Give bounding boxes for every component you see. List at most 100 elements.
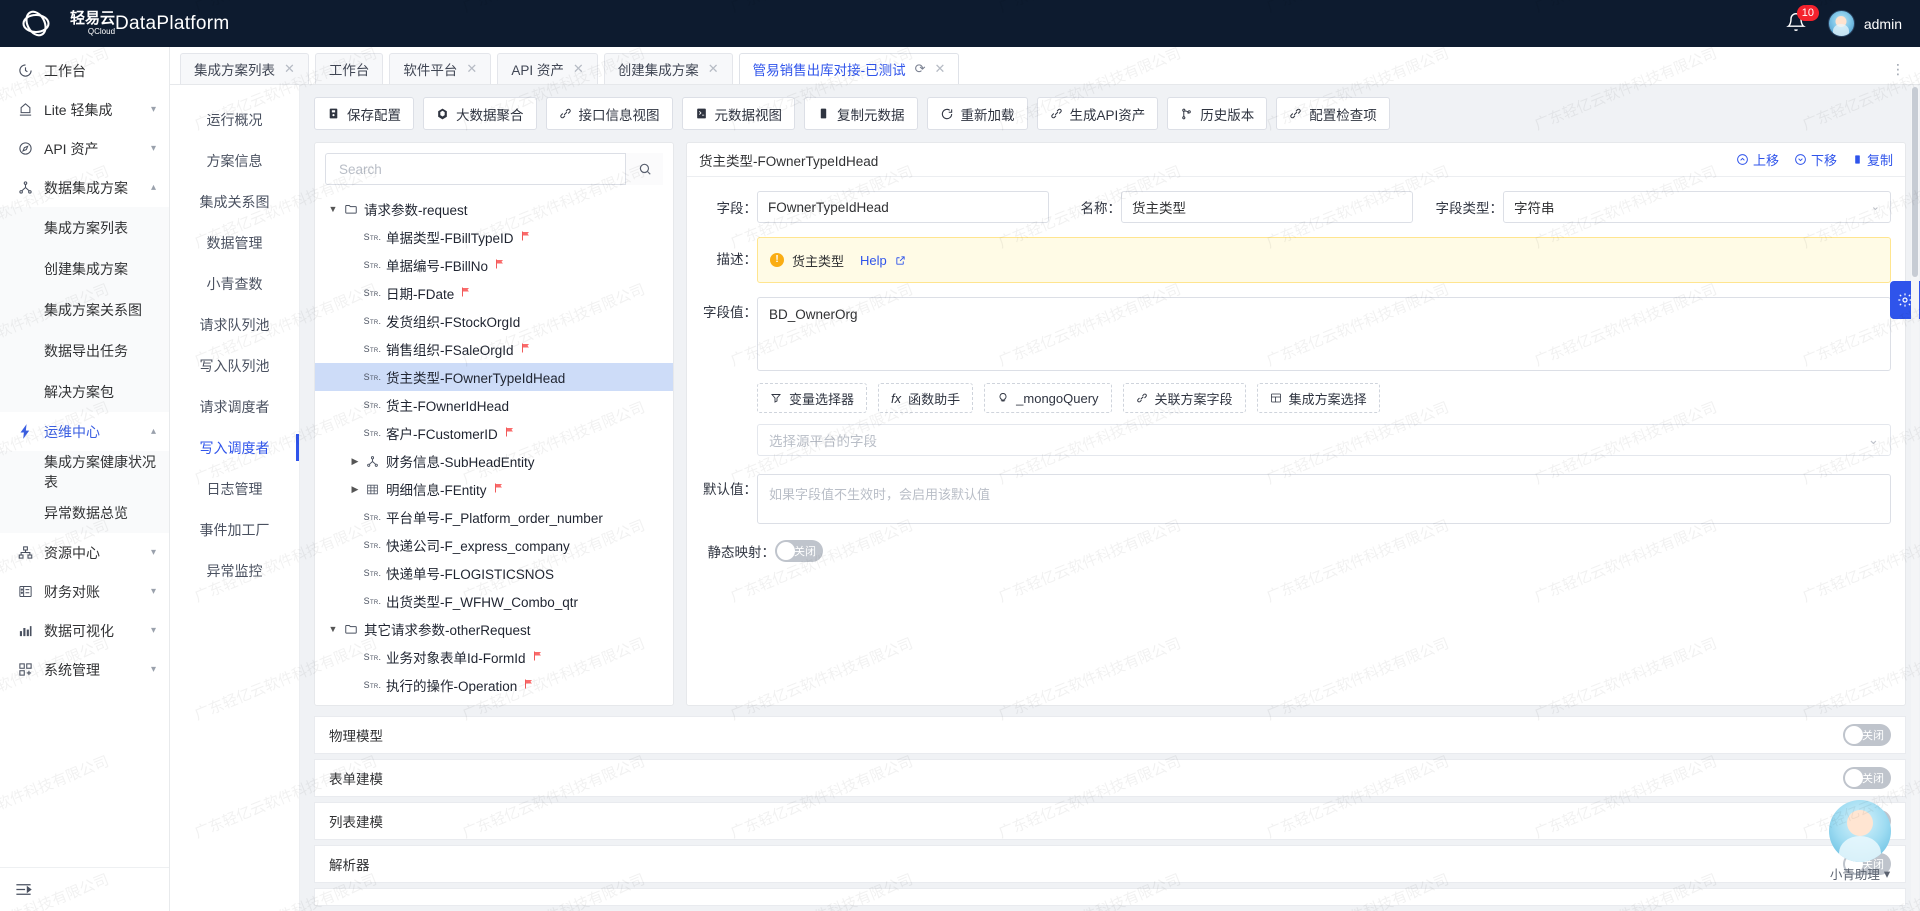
- assistant-widget[interactable]: 小青助理 ▾: [1818, 800, 1902, 883]
- close-icon[interactable]: ✕: [708, 61, 719, 77]
- metadata-view-button[interactable]: 元数据视图: [681, 97, 795, 130]
- close-icon[interactable]: ✕: [466, 61, 477, 77]
- field-name-input[interactable]: 货主类型: [1121, 191, 1413, 223]
- collapse-row-form-modeling[interactable]: 表单建模 关闭: [314, 759, 1906, 797]
- tree-node[interactable]: Str. 日期-FDate: [315, 279, 673, 307]
- function-helper-button[interactable]: fx 函数助手: [878, 383, 974, 413]
- brand-logo[interactable]: 轻易云 QCloud: [22, 9, 115, 39]
- main-scrollbar[interactable]: [1911, 85, 1919, 911]
- subnav-item-request-scheduler[interactable]: 请求调度者: [170, 386, 299, 427]
- collapse-row-partial[interactable]: [314, 888, 1906, 906]
- copy-field-button[interactable]: 复制: [1852, 150, 1893, 169]
- collapse-row-parser[interactable]: 解析器 关闭: [314, 845, 1906, 883]
- tree-node[interactable]: Str. 客户-FCustomerID: [315, 419, 673, 447]
- external-link-icon[interactable]: [895, 255, 906, 266]
- sidebar-item-visualization[interactable]: 数据可视化 ▾: [0, 611, 169, 650]
- tree-node[interactable]: Str. 出货类型-F_WFHW_Combo_qtr: [315, 587, 673, 615]
- caret-right-icon[interactable]: ▶: [347, 456, 363, 467]
- integration-plan-select-button[interactable]: 集成方案选择: [1256, 383, 1380, 413]
- sidebar-item-plan-list[interactable]: 集成方案列表: [0, 207, 169, 248]
- sidebar-item-export-task[interactable]: 数据导出任务: [0, 330, 169, 371]
- search-button[interactable]: [625, 153, 663, 185]
- save-config-button[interactable]: 保存配置: [314, 97, 414, 130]
- tab-plan-list[interactable]: 集成方案列表 ✕: [180, 53, 309, 84]
- sidebar-item-lite[interactable]: Lite 轻集成 ▾: [0, 90, 169, 129]
- sidebar-item-resource-center[interactable]: 资源中心 ▾: [0, 533, 169, 572]
- tab-create-plan[interactable]: 创建集成方案 ✕: [603, 53, 733, 84]
- tree-node[interactable]: ▼ 请求参数-request: [315, 195, 673, 223]
- source-field-select[interactable]: 选择源平台的字段 ⌄: [757, 424, 1891, 456]
- subnav-item-write-scheduler[interactable]: 写入调度者: [170, 427, 299, 468]
- subnav-item-log-management[interactable]: 日志管理: [170, 468, 299, 509]
- sidebar-item-workbench[interactable]: 工作台: [0, 51, 169, 90]
- subnav-item-overview[interactable]: 运行概况: [170, 99, 299, 140]
- scrollbar-thumb[interactable]: [1912, 87, 1918, 277]
- sidebar-collapse-button[interactable]: [0, 867, 169, 911]
- reload-button[interactable]: 重新加载: [926, 97, 1028, 130]
- tab-guanyi-sales-outbound[interactable]: 管易销售出库对接-已测试 ⟳ ✕: [738, 53, 960, 84]
- variable-selector-button[interactable]: 变量选择器: [757, 383, 868, 413]
- sidebar-item-data-integration[interactable]: 数据集成方案 ▴: [0, 168, 169, 207]
- chevron-down-icon[interactable]: ▾: [1884, 866, 1890, 881]
- sidebar-item-plan-graph[interactable]: 集成方案关系图: [0, 289, 169, 330]
- sidebar-item-create-plan[interactable]: 创建集成方案: [0, 248, 169, 289]
- generate-api-asset-button[interactable]: 生成API资产: [1036, 97, 1159, 130]
- field-type-select[interactable]: 字符串 ⌄: [1503, 191, 1891, 223]
- tree-node[interactable]: Str. 平台单号-F_Platform_order_number: [315, 503, 673, 531]
- sidebar-item-system-admin[interactable]: 系统管理 ▾: [0, 650, 169, 689]
- sidebar-item-solution-pack[interactable]: 解决方案包: [0, 371, 169, 412]
- tree-node[interactable]: B提交并审核-IsAutoSubmitAndAudit: [315, 699, 673, 705]
- collapse-row-list-modeling[interactable]: 列表建模 关闭: [314, 802, 1906, 840]
- subnav-item-write-queue[interactable]: 写入队列池: [170, 345, 299, 386]
- subnav-item-request-queue[interactable]: 请求队列池: [170, 304, 299, 345]
- tree-node[interactable]: Str. 快递公司-F_express_company: [315, 531, 673, 559]
- tree-node[interactable]: ▼ 其它请求参数-otherRequest: [315, 615, 673, 643]
- sidebar-item-health-table[interactable]: 集成方案健康状况表: [0, 451, 169, 492]
- tab-more-button[interactable]: ⋮: [1891, 61, 1906, 78]
- config-check-button[interactable]: 配置检查项: [1276, 97, 1390, 130]
- tree-node[interactable]: Str. 发货组织-FStockOrgId: [315, 307, 673, 335]
- form-modeling-toggle[interactable]: 关闭: [1843, 767, 1891, 789]
- subnav-item-plan-info[interactable]: 方案信息: [170, 140, 299, 181]
- user-menu[interactable]: admin: [1827, 10, 1902, 37]
- collapse-row-physical-model[interactable]: 物理模型 关闭: [314, 716, 1906, 754]
- subnav-item-event-factory[interactable]: 事件加工厂: [170, 509, 299, 550]
- mongo-query-button[interactable]: _mongoQuery: [984, 383, 1112, 413]
- move-down-button[interactable]: 下移: [1794, 150, 1837, 169]
- tab-api-assets[interactable]: API 资产 ✕: [497, 53, 598, 84]
- copy-metadata-button[interactable]: 复制元数据: [804, 97, 918, 130]
- tree-node[interactable]: Str. 业务对象表单Id-FormId: [315, 643, 673, 671]
- tree-node[interactable]: Str. 快递单号-FLOGISTICSNOS: [315, 559, 673, 587]
- refresh-icon[interactable]: ⟳: [915, 61, 926, 77]
- close-icon[interactable]: ✕: [935, 61, 946, 77]
- sidebar-item-ops-center[interactable]: 运维中心 ▴: [0, 412, 169, 451]
- close-icon[interactable]: ✕: [573, 61, 584, 77]
- static-mapping-toggle[interactable]: 关闭: [775, 540, 823, 562]
- tree-node[interactable]: Str. 单据类型-FBillTypeID: [315, 223, 673, 251]
- assistant-name-row[interactable]: 小青助理 ▾: [1818, 864, 1902, 883]
- close-icon[interactable]: ✕: [284, 61, 295, 77]
- subnav-item-exception-monitor[interactable]: 异常监控: [170, 550, 299, 591]
- sidebar-item-finance[interactable]: 财务对账 ▾: [0, 572, 169, 611]
- tree-node[interactable]: Str. 执行的操作-Operation: [315, 671, 673, 699]
- search-input[interactable]: [337, 160, 625, 178]
- subnav-item-relation-graph[interactable]: 集成关系图: [170, 181, 299, 222]
- subnav-item-data-management[interactable]: 数据管理: [170, 222, 299, 263]
- notification-bell-button[interactable]: 10: [1786, 4, 1819, 36]
- field-value-textarea[interactable]: BD_OwnerOrg: [757, 297, 1891, 371]
- physical-model-toggle[interactable]: 关闭: [1843, 724, 1891, 746]
- tree-node[interactable]: Str. 销售组织-FSaleOrgId: [315, 335, 673, 363]
- tree-node[interactable]: Str. 单据编号-FBillNo: [315, 251, 673, 279]
- tree-node[interactable]: ▶ 明细信息-FEntity: [315, 475, 673, 503]
- tree-node[interactable]: Str. 货主-FOwnerIdHead: [315, 391, 673, 419]
- interface-info-view-button[interactable]: 接口信息视图: [545, 97, 673, 130]
- caret-right-icon[interactable]: ▶: [347, 484, 363, 495]
- parameter-tree[interactable]: ▼ 请求参数-request Str. 单据类型-FBillTypeID Str. 单据编…: [315, 191, 673, 705]
- move-up-button[interactable]: 上移: [1736, 150, 1779, 169]
- big-data-aggregation-button[interactable]: 大数据聚合: [423, 97, 537, 130]
- sidebar-item-abnormal-overview[interactable]: 异常数据总览: [0, 492, 169, 533]
- caret-down-icon[interactable]: ▼: [325, 624, 341, 634]
- subnav-item-xiaoqing-query[interactable]: 小青查数: [170, 263, 299, 304]
- help-link[interactable]: Help: [860, 253, 887, 268]
- tree-node[interactable]: ▶ 财务信息-SubHeadEntity: [315, 447, 673, 475]
